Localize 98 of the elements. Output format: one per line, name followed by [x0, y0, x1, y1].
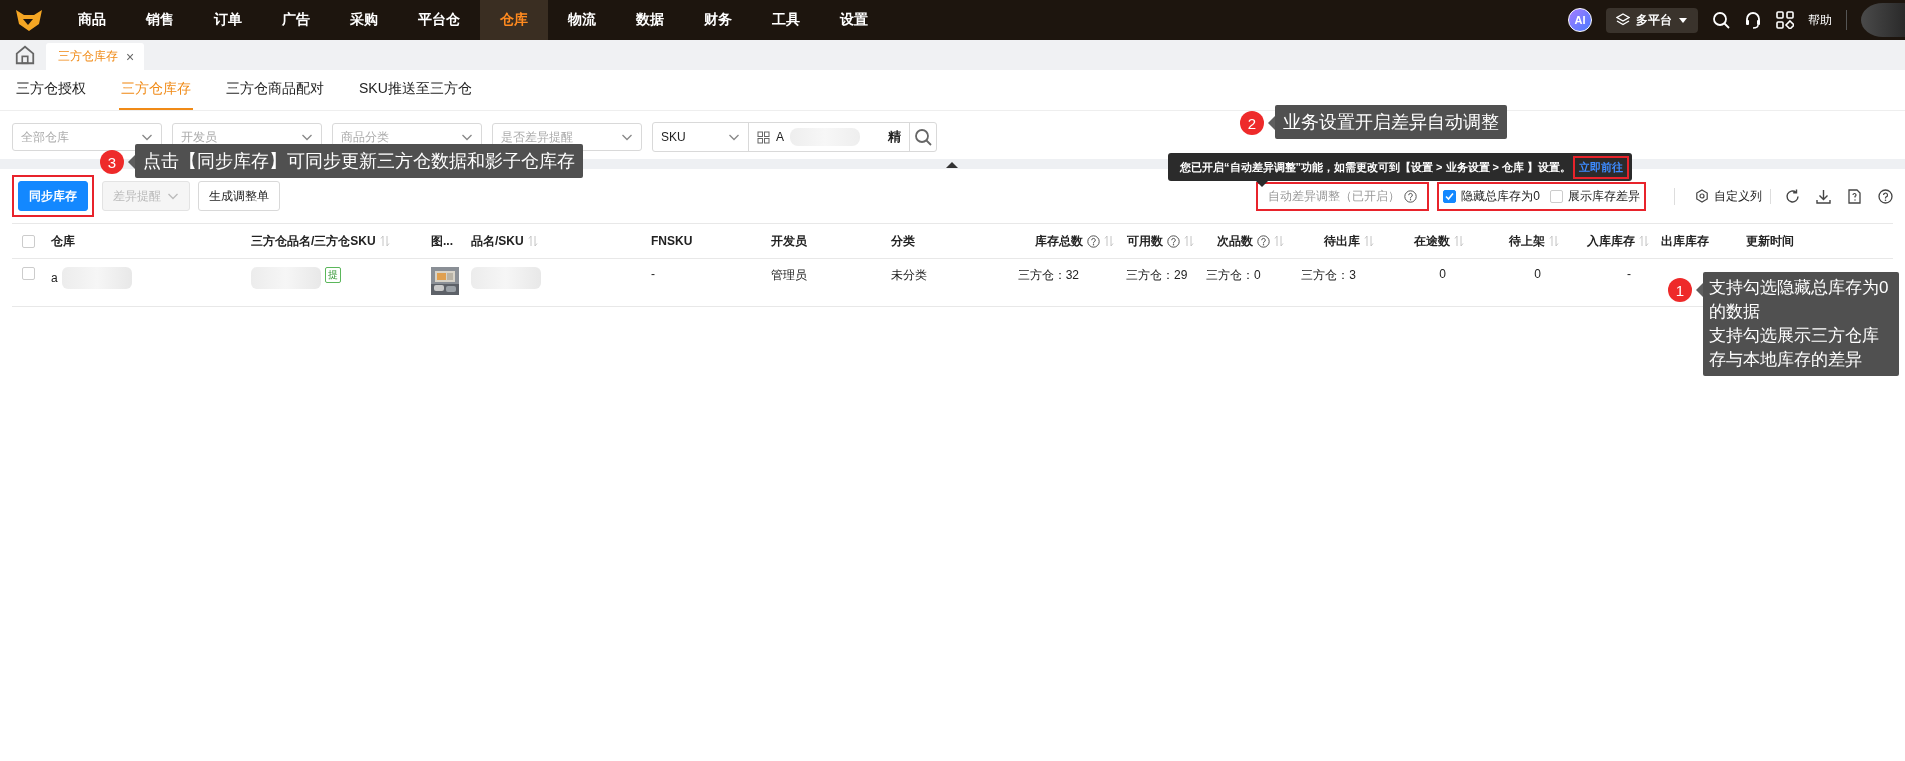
go-now-link[interactable]: 立即前往 — [1573, 155, 1630, 179]
column-header[interactable]: 仓库 — [51, 232, 75, 250]
home-icon[interactable] — [14, 43, 36, 67]
step-number-badge: 3 — [100, 150, 124, 174]
column-header[interactable]: 图... — [431, 232, 453, 250]
refresh-icon[interactable] — [1785, 188, 1800, 204]
avatar[interactable] — [1861, 3, 1905, 37]
table-cell: 三方仓：32 — [1017, 267, 1079, 284]
callout-text: 点击【同步库存】可同步更新三方仓数据和影子仓库存 — [143, 150, 575, 173]
table-cell: 未分类 — [891, 267, 927, 284]
check-icon — [1445, 191, 1455, 201]
nav-menu-item[interactable]: 平台仓 — [398, 0, 480, 40]
step-number-badge: 2 — [1240, 111, 1264, 135]
sort-icon[interactable] — [1364, 235, 1374, 247]
sort-icon[interactable] — [1549, 235, 1559, 247]
table-cell: 三方仓：0 — [1206, 267, 1261, 284]
column-header[interactable]: 库存总数 — [1035, 232, 1114, 250]
platform-label: 多平台 — [1636, 11, 1672, 29]
sort-icon[interactable] — [1274, 235, 1284, 247]
checkbox[interactable]: 展示库存差异 — [1550, 187, 1640, 205]
checkbox-box[interactable] — [1550, 189, 1563, 203]
callout-text: 支持勾选展示三方仓库存与本地库存的差异 — [1709, 325, 1880, 371]
apps-icon[interactable] — [1776, 11, 1794, 29]
column-header[interactable]: FNSKU — [651, 234, 693, 248]
checkbox[interactable] — [22, 267, 35, 280]
table-cell: 三方仓：3 — [1301, 267, 1356, 284]
column-header[interactable]: 在途数 — [1414, 232, 1464, 250]
sub-tab[interactable]: SKU推送至三方仓 — [357, 70, 474, 110]
nav-menu-item[interactable]: 商品 — [58, 0, 126, 40]
sub-tab[interactable]: 三方仓授权 — [14, 70, 88, 110]
nav-menu-item[interactable]: 工具 — [752, 0, 820, 40]
table-cell: 三方仓：29 — [1126, 267, 1188, 284]
help-icon[interactable] — [1878, 188, 1893, 204]
page-tab[interactable]: 三方仓库存 × — [46, 43, 145, 70]
nav-menu-item[interactable]: 物流 — [548, 0, 616, 40]
nav-menu-item[interactable]: 订单 — [194, 0, 262, 40]
column-header[interactable]: 入库库存 — [1587, 232, 1649, 250]
nav-menu-item[interactable]: 广告 — [262, 0, 330, 40]
field-select[interactable]: SKU — [653, 123, 749, 151]
sort-icon[interactable] — [1639, 235, 1649, 247]
download-icon[interactable] — [1816, 188, 1831, 204]
sort-icon[interactable] — [1454, 235, 1464, 247]
table-cell: - — [651, 267, 655, 281]
toolbar-button[interactable]: 同步库存 — [18, 181, 88, 211]
step-number-badge: 1 — [1668, 278, 1692, 302]
nav-menu-item[interactable]: 财务 — [684, 0, 752, 40]
nav-menu-item[interactable]: 仓库 — [480, 0, 548, 40]
search-icon[interactable] — [1712, 11, 1730, 29]
column-header[interactable]: 开发员 — [771, 232, 807, 250]
toolbar-button[interactable]: 生成调整单 — [198, 181, 280, 211]
checkbox[interactable] — [22, 234, 35, 248]
checkbox-box[interactable] — [1443, 189, 1457, 203]
nav-menu-item[interactable]: 采购 — [330, 0, 398, 40]
column-header[interactable]: 次品数 — [1217, 232, 1284, 250]
sub-tab[interactable]: 三方仓商品配对 — [224, 70, 326, 110]
nav-menu-item[interactable]: 销售 — [126, 0, 194, 40]
custom-columns-button[interactable]: 自定义列 — [1674, 187, 1762, 205]
column-header[interactable]: 可用数 — [1127, 232, 1194, 250]
column-header[interactable]: 待上架 — [1509, 232, 1559, 250]
settings-icon — [1695, 189, 1709, 203]
tag: 提 — [325, 267, 341, 283]
help-link[interactable]: 帮助 — [1808, 11, 1832, 29]
search-field[interactable]: A 精 — [749, 128, 909, 146]
layers-icon — [1616, 13, 1630, 27]
table-cell: 0 — [1534, 267, 1541, 281]
callout-text: 业务设置开启差异自动调整 — [1283, 111, 1499, 134]
help-icon — [1087, 234, 1100, 248]
sort-icon[interactable] — [527, 235, 538, 247]
column-header[interactable]: 出库库存 — [1661, 232, 1709, 250]
collapse-icon[interactable] — [946, 162, 958, 168]
sort-icon[interactable] — [1184, 235, 1194, 247]
caret-icon — [1678, 15, 1688, 25]
grid-icon — [757, 130, 770, 144]
fox-logo — [14, 8, 44, 32]
document-help-icon[interactable] — [1847, 188, 1862, 204]
table-cell: 0 — [1439, 267, 1446, 281]
close-icon[interactable]: × — [126, 48, 135, 65]
help-icon — [1257, 234, 1270, 248]
nav-menu-item[interactable]: 设置 — [820, 0, 888, 40]
sort-icon[interactable] — [379, 235, 390, 247]
help-icon — [1404, 189, 1418, 203]
column-header[interactable]: 更新时间 — [1746, 232, 1794, 250]
exact-match-toggle[interactable]: 精 — [888, 128, 901, 146]
callout-text: 支持勾选隐藏总库存为0的数据 — [1709, 277, 1890, 323]
column-header[interactable]: 分类 — [891, 232, 915, 250]
column-header[interactable]: 待出库 — [1324, 232, 1374, 250]
table-cell: 管理员 — [771, 267, 807, 284]
platform-dropdown[interactable]: 多平台 — [1606, 7, 1698, 33]
headset-icon[interactable] — [1744, 11, 1762, 29]
tooltip-text: 您已开启“自动差异调整”功能，如需更改可到【设置 > 业务设置 > 仓库 】设置。 — [1180, 159, 1572, 175]
column-header[interactable]: 品名/SKU — [471, 232, 538, 250]
table-cell: - — [1627, 267, 1631, 281]
nav-menu-item[interactable]: 数据 — [616, 0, 684, 40]
sort-icon[interactable] — [1104, 235, 1114, 247]
column-header[interactable]: 三方仓品名/三方仓SKU — [251, 232, 390, 250]
help-icon — [1167, 234, 1180, 248]
checkbox[interactable]: 隐藏总库存为0 — [1443, 187, 1540, 205]
table-cell: a — [51, 271, 58, 285]
